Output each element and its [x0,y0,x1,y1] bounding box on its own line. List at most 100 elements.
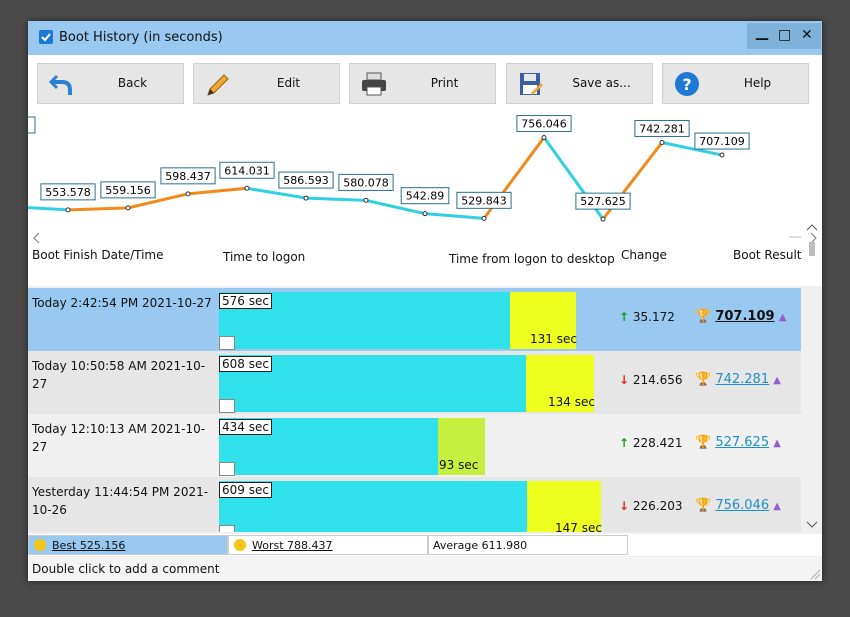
best-value[interactable]: Best 525.156 [52,539,125,552]
comment-edit-icon[interactable] [219,462,235,476]
title-bar: Boot History (in seconds) — □ ✕ [28,21,822,55]
boot-date: Today 2:42:54 PM 2021-10-27 [32,296,212,310]
change-value: ↑ 228.421 [619,436,683,450]
rocket-icon: ▲ [778,312,787,323]
arrow-up-icon: ↑ [619,310,630,324]
boot-result[interactable]: 🏆 742.281 ▲ [695,372,781,387]
window-title: Boot History (in seconds) [59,30,223,45]
result-link[interactable]: 756.046 [715,498,769,513]
best-cell[interactable]: Best 525.156 [28,535,228,555]
change-value: ↓ 226.203 [619,499,683,513]
arrow-down-icon: ↓ [619,499,630,513]
boot-list[interactable]: Today 2:42:54 PM 2021-10-27 576 sec 131 se… [28,286,801,532]
back-button[interactable]: Back [37,63,184,104]
trend-point [719,152,725,158]
pencil-icon [207,74,229,96]
vertical-scrollbar[interactable] [804,221,820,532]
worst-cell[interactable]: Worst 788.437 [228,535,428,555]
smiley-icon [34,539,46,551]
header-boot-finish[interactable]: Boot Finish Date/Time [32,248,164,262]
comment-edit-icon[interactable] [219,399,235,413]
boot-date: Today 12:10:13 AM 2021-10-27 [32,422,206,454]
worst-value[interactable]: Worst 788.437 [252,539,333,552]
logon-time-label: 608 sec [219,356,272,372]
trend-label: 742.281 [639,122,685,135]
help-button[interactable]: ? Help [662,63,809,104]
average-cell: Average 611.980 [428,535,628,555]
table-row[interactable]: Yesterday 11:44:54 PM 2021-10-26 609 sec 1… [28,477,801,532]
header-change[interactable]: Change [621,248,667,262]
footer-hint: Double click to add a comment [28,557,822,581]
result-link[interactable]: 742.281 [715,372,769,387]
trend-point [363,197,369,203]
trend-label: 553.578 [45,186,91,199]
close-icon[interactable]: ✕ [801,27,813,43]
scroll-thumb[interactable] [809,242,815,256]
checkbox-icon[interactable] [39,30,53,44]
trend-segment [424,212,485,220]
edit-button[interactable]: Edit [193,63,340,104]
scroll-up-icon[interactable] [806,224,818,231]
trend-point [65,207,71,213]
save-as-label: Save as... [572,76,631,90]
trend-label: 580.078 [343,176,389,189]
trend-point [125,205,131,211]
trend-label: 756.046 [521,118,567,131]
comment-hint: Double click to add a comment [32,562,220,576]
chart-cutoff-label [28,116,36,134]
rocket-icon: ▲ [773,375,781,386]
result-link[interactable]: 707.109 [715,309,774,324]
comment-edit-icon[interactable] [219,525,235,532]
table-row[interactable]: Today 12:10:13 AM 2021-10-27 434 sec 93 se… [28,414,801,477]
status-bar: Best 525.156 Worst 788.437 Average 611.9… [28,534,822,556]
arrow-down-icon: ↓ [619,373,630,387]
trend-label: 542.89 [406,190,445,203]
help-icon: ? [675,72,699,96]
header-time-to-logon[interactable]: Time to logon [223,250,305,264]
logon-time-label: 434 sec [219,419,272,435]
resize-grip-icon[interactable] [809,568,821,580]
change-value: ↑ 35.172 [619,310,675,324]
desktop-time-label: 134 sec [548,395,595,409]
boot-trend-chart: 553.578 559.156 598.437 614.031 586.593 580.0… [28,109,822,286]
trend-segment [305,196,367,202]
save-as-button[interactable]: Save as... [506,63,653,104]
help-label: Help [743,76,772,90]
rocket-icon: ▲ [773,438,781,449]
chart-left-arrow[interactable] [33,232,40,244]
boot-history-window: Boot History (in seconds) — □ ✕ Back Edi… [28,21,822,581]
boot-date: Yesterday 11:44:54 PM 2021-10-26 [32,485,209,517]
boot-result[interactable]: 🏆 756.046 ▲ [695,498,781,513]
boot-result[interactable]: 🏆 707.109 ▲ [695,309,786,324]
smiley-icon [234,539,246,551]
result-link[interactable]: 527.625 [715,435,769,450]
rocket-icon: ▲ [773,501,781,512]
table-row[interactable]: Today 10:50:58 AM 2021-10-27 608 sec 134 s… [28,351,801,414]
trend-segment [28,206,69,212]
scrollbar-svg [806,224,818,528]
maximize-icon[interactable]: □ [778,27,791,43]
floppy-disk-icon [520,73,543,95]
print-button[interactable]: Print [349,63,496,104]
desktop-time-label: 131 sec [530,332,577,346]
trend-point [303,195,309,201]
change-value: ↓ 214.656 [619,373,683,387]
minimize-icon[interactable]: — [755,31,769,47]
back-label: Back [117,76,148,90]
table-row[interactable]: Today 2:42:54 PM 2021-10-27 576 sec 131 se… [28,288,801,351]
change-amount: 228.421 [632,436,683,450]
trend-label: 529.843 [461,194,507,207]
trend-label: 598.437 [165,170,211,183]
trend-point [600,216,606,222]
header-boot-result[interactable]: Boot Result [733,248,802,262]
trend-point [541,135,547,141]
scroll-down-icon[interactable] [806,521,818,528]
trophy-icon: 🏆 [695,372,712,387]
edit-label: Edit [276,76,301,90]
trend-point [422,211,428,217]
trend-point [244,185,250,191]
boot-date: Today 10:50:58 AM 2021-10-27 [32,359,206,391]
header-logon-to-desktop[interactable]: Time from logon to desktop [449,252,615,266]
comment-edit-icon[interactable] [219,336,235,350]
boot-result[interactable]: 🏆 527.625 ▲ [695,435,781,450]
